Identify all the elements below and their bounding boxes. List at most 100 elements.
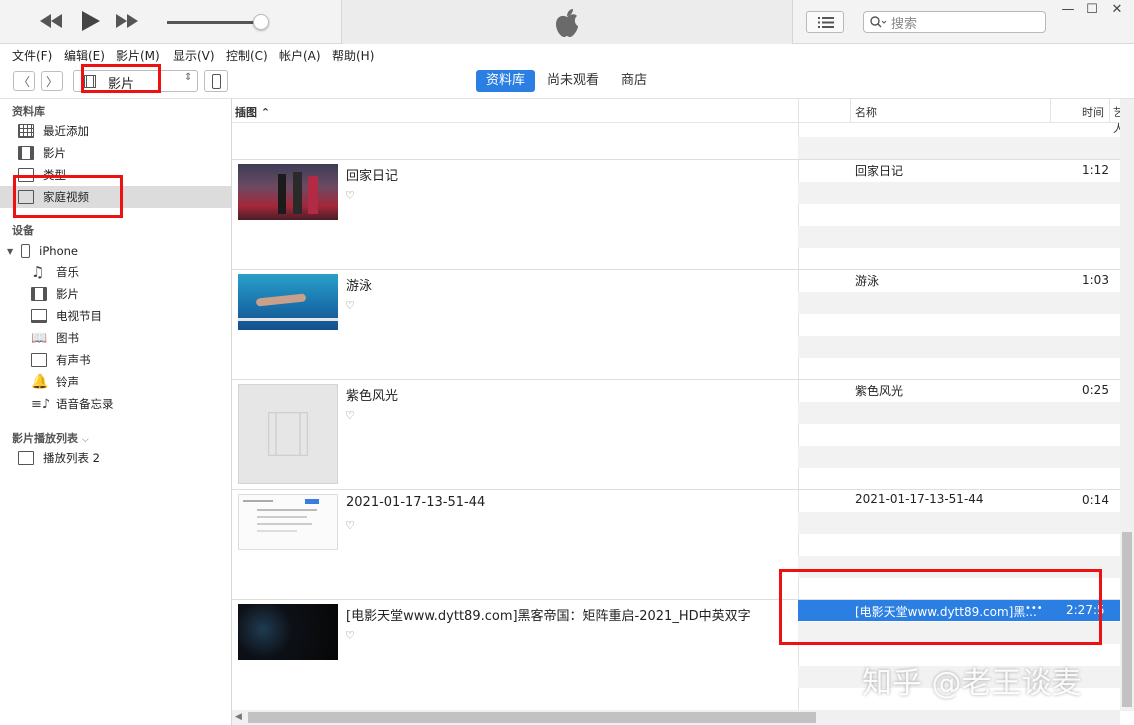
menu-help[interactable]: 帮助(H): [332, 47, 374, 64]
tab-library[interactable]: 资料库: [476, 70, 536, 92]
video-thumbnail[interactable]: [238, 494, 338, 550]
video-name-cell[interactable]: 游泳: [855, 272, 879, 289]
tv-icon: [31, 309, 47, 323]
voice-memo-icon: ≡♪: [31, 396, 51, 412]
video-thumbnail[interactable]: [238, 274, 338, 330]
row-separator: [232, 159, 1120, 160]
row-stripe: [798, 402, 1120, 424]
row-stripe: [798, 292, 1120, 314]
menu-movie[interactable]: 影片(M): [116, 47, 160, 64]
annotation-box: [779, 569, 1102, 645]
sidebar-item-label: 图书: [56, 331, 79, 345]
video-thumbnail[interactable]: [238, 604, 338, 660]
maximize-icon[interactable]: ☐: [1080, 2, 1104, 18]
updown-icon: ⇕: [184, 72, 193, 83]
sidebar-item-label: 有声书: [56, 353, 91, 367]
sidebar-item-tv-shows[interactable]: 电视节目: [31, 305, 102, 327]
status-display: [341, 0, 793, 44]
video-thumbnail[interactable]: [238, 164, 338, 220]
chevron-right-icon: 〉: [45, 74, 58, 89]
chevron-down-icon: ⌵: [81, 435, 89, 445]
heart-icon[interactable]: ♡: [345, 299, 355, 312]
library-section-header: 资料库: [12, 105, 45, 118]
video-title[interactable]: 回家日记: [346, 165, 398, 184]
volume-slider-knob[interactable]: [253, 14, 269, 30]
heart-icon[interactable]: ♡: [345, 409, 355, 422]
heart-icon[interactable]: ♡: [345, 519, 355, 532]
row-separator: [232, 379, 1120, 380]
video-title[interactable]: 2021-01-17-13-51-44: [346, 495, 485, 510]
video-title[interactable]: 紫色风光: [346, 385, 398, 404]
column-divider[interactable]: [1109, 99, 1110, 123]
row-separator: [232, 489, 1120, 490]
video-name-cell[interactable]: 2021-01-17-13-51-44: [855, 492, 984, 506]
sidebar-item-recently-added[interactable]: 最近添加: [18, 120, 89, 142]
sidebar-item-iphone[interactable]: ▼ iPhone: [7, 240, 78, 262]
menu-bar: [0, 44, 1134, 64]
disclosure-triangle-icon[interactable]: ▼: [7, 247, 13, 256]
video-time-cell: 1:12: [1082, 163, 1109, 177]
horizontal-scrollbar-thumb[interactable]: [248, 712, 816, 723]
audiobook-icon: [31, 353, 47, 367]
sidebar-item-ringtones[interactable]: 🔔 铃声: [31, 371, 79, 393]
row-stripe: [798, 512, 1120, 534]
sidebar-item-voice-memos[interactable]: ≡♪ 语音备忘录: [31, 393, 114, 415]
column-header-time[interactable]: 时间: [1082, 104, 1104, 120]
close-icon[interactable]: ✕: [1105, 2, 1129, 18]
video-time-cell: 0:14: [1082, 493, 1109, 507]
vertical-scrollbar-thumb[interactable]: [1122, 532, 1132, 707]
sidebar-item-label: 电视节目: [56, 309, 102, 323]
minimize-icon[interactable]: —: [1056, 2, 1080, 18]
heart-icon[interactable]: ♡: [345, 189, 355, 202]
sidebar-item-audiobooks[interactable]: 有声书: [31, 349, 91, 371]
sidebar-item-label: 播放列表 2: [43, 451, 100, 465]
sidebar-item-label: 影片: [56, 287, 79, 301]
row-stripe: [798, 182, 1120, 204]
video-thumbnail-placeholder[interactable]: [238, 384, 338, 484]
fast-forward-icon[interactable]: [114, 10, 140, 32]
sidebar-item-books[interactable]: 📖 图书: [31, 327, 79, 349]
film-icon: [268, 412, 308, 456]
playlists-section-header[interactable]: 影片播放列表 ⌵: [12, 430, 89, 446]
column-header-name[interactable]: 名称: [855, 104, 877, 120]
list-view-button[interactable]: [806, 11, 844, 33]
tab-store[interactable]: 商店: [611, 70, 657, 92]
sidebar-item-movies[interactable]: 影片: [18, 142, 66, 164]
video-name-cell[interactable]: 回家日记: [855, 162, 903, 179]
iphone-icon: [212, 74, 221, 89]
column-header-artwork[interactable]: 插图 ⌃: [235, 104, 270, 120]
sidebar-item-label: 最近添加: [43, 124, 89, 138]
book-icon: 📖: [31, 330, 48, 346]
menu-file[interactable]: 文件(F): [12, 47, 52, 64]
devices-section-header: 设备: [12, 224, 34, 237]
apple-logo-icon: [556, 9, 578, 37]
tab-unwatched[interactable]: 尚未观看: [537, 70, 609, 92]
play-icon[interactable]: [78, 10, 102, 32]
sidebar-item-music[interactable]: ♫ 音乐: [31, 261, 79, 283]
forward-button[interactable]: 〉: [41, 71, 63, 91]
device-button[interactable]: [204, 70, 228, 92]
row-stripe: [798, 226, 1120, 248]
back-button[interactable]: 〈: [13, 71, 35, 91]
video-name-cell[interactable]: 紫色风光: [855, 382, 903, 399]
menu-view[interactable]: 显示(V): [173, 47, 215, 64]
scroll-left-icon[interactable]: ◀: [235, 712, 242, 722]
heart-icon[interactable]: ♡: [345, 629, 355, 642]
menu-edit[interactable]: 编辑(E): [64, 47, 105, 64]
video-title[interactable]: [电影天堂www.dytt89.com]黑客帝国：矩阵重启-2021_HD中英双…: [346, 605, 751, 624]
column-divider[interactable]: [1050, 99, 1051, 123]
column-header-row: [232, 99, 1134, 123]
sidebar-item-device-movies[interactable]: 影片: [31, 283, 79, 305]
film-icon: [31, 287, 47, 301]
playlist-icon: [18, 451, 34, 465]
rewind-icon[interactable]: [38, 10, 64, 32]
sidebar-item-playlist-2[interactable]: 播放列表 2: [18, 447, 100, 469]
video-title[interactable]: 游泳: [346, 275, 372, 294]
music-note-icon: ♫: [31, 263, 45, 281]
column-divider[interactable]: [850, 99, 851, 123]
sidebar-item-label: 铃声: [56, 375, 79, 389]
sidebar-item-label: 语音备忘录: [56, 397, 114, 411]
menu-account[interactable]: 帐户(A): [279, 47, 321, 64]
watermark: 知乎 @老王谈麦: [862, 666, 1082, 701]
menu-control[interactable]: 控制(C): [226, 47, 268, 64]
